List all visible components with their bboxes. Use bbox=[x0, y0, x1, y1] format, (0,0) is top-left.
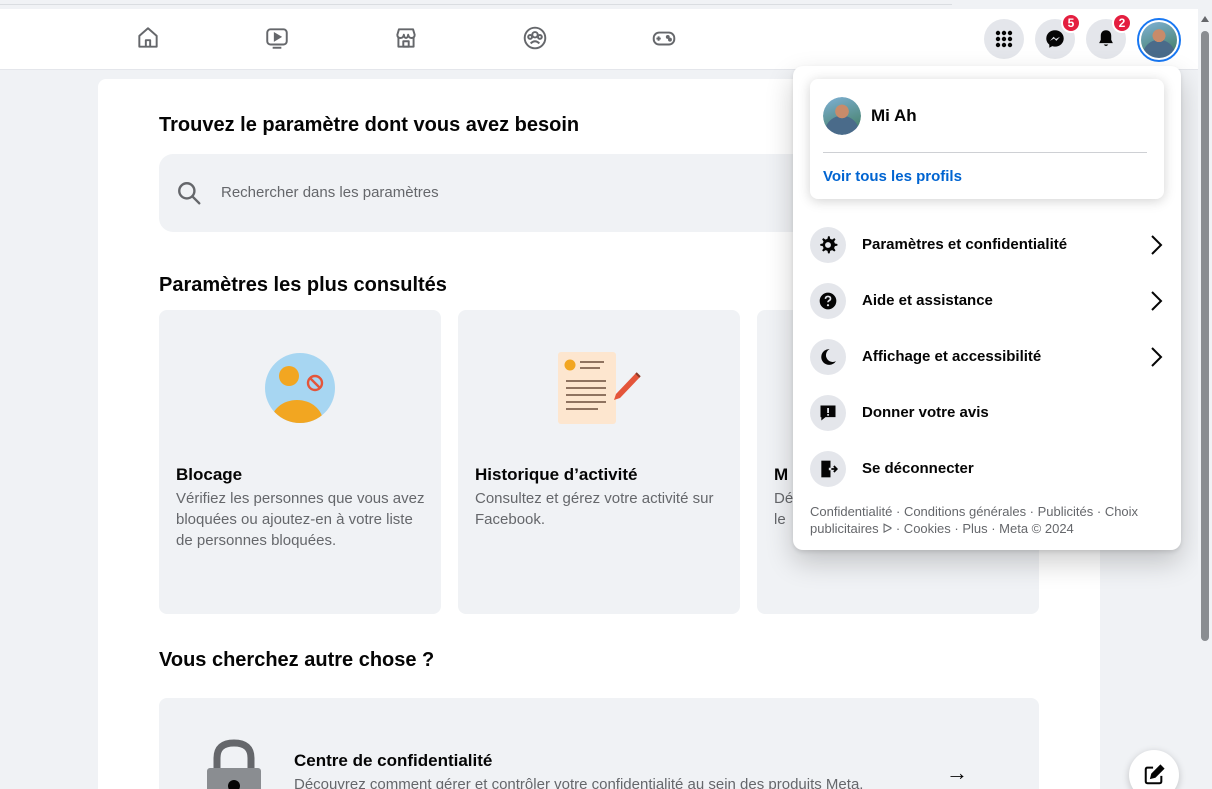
gear-icon bbox=[810, 227, 846, 263]
divider bbox=[823, 152, 1147, 153]
account-avatar-button[interactable] bbox=[1137, 18, 1181, 62]
tile-blocking[interactable]: Blocage Vérifiez les personnes que vous … bbox=[159, 310, 441, 614]
search-icon bbox=[178, 182, 201, 205]
profile-card: Mi Ah Voir tous les profils bbox=[810, 79, 1164, 199]
tile-description: Vérifiez les personnes que vous avez blo… bbox=[176, 490, 425, 549]
privacy-center-card[interactable]: Centre de confidentialité Découvrez comm… bbox=[159, 698, 1039, 789]
chevron-right-icon bbox=[1151, 291, 1163, 311]
activity-log-illustration-icon bbox=[558, 352, 641, 424]
tile-activity-log[interactable]: Historique d’activité Consultez et gérez… bbox=[458, 310, 740, 614]
menu-item-feedback[interactable]: Donner votre avis bbox=[802, 387, 1172, 439]
footer-links[interactable]: Confidentialité · Conditions générales ·… bbox=[810, 503, 1170, 537]
gaming-icon[interactable] bbox=[649, 23, 679, 53]
grid-menu-icon bbox=[995, 30, 1013, 48]
logout-icon bbox=[810, 451, 846, 487]
groups-icon[interactable] bbox=[520, 23, 550, 53]
privacy-center-description: Découvrez comment gérer et contrôler vot… bbox=[294, 776, 864, 789]
menu-item-label: Aide et assistance bbox=[862, 292, 993, 309]
profile-name[interactable]: Mi Ah bbox=[871, 106, 917, 126]
chevron-right-icon bbox=[1151, 347, 1163, 367]
chevron-right-icon bbox=[1151, 235, 1163, 255]
popular-settings-title: Paramètres les plus consultés bbox=[159, 274, 447, 296]
video-icon[interactable] bbox=[262, 23, 292, 53]
notifications-badge: 2 bbox=[1112, 13, 1132, 33]
blocking-illustration-icon bbox=[265, 353, 335, 423]
marketplace-icon[interactable] bbox=[391, 23, 421, 53]
scrollbar-thumb[interactable] bbox=[1201, 31, 1209, 641]
new-message-button[interactable] bbox=[1129, 750, 1179, 789]
menu-item-label: Affichage et accessibilité bbox=[862, 348, 1042, 365]
see-all-profiles-link[interactable]: Voir tous les profils bbox=[823, 168, 962, 185]
menu-button[interactable] bbox=[984, 19, 1024, 59]
tile-title: M bbox=[774, 465, 789, 484]
top-navigation-bar: 5 2 bbox=[0, 9, 1198, 70]
bell-icon bbox=[1099, 30, 1113, 47]
feedback-icon bbox=[810, 395, 846, 431]
menu-item-label: Paramètres et confidentialité bbox=[862, 236, 1068, 253]
messenger-button[interactable]: 5 bbox=[1035, 13, 1081, 59]
menu-item-label: Se déconnecter bbox=[862, 460, 974, 477]
notifications-button[interactable]: 2 bbox=[1086, 13, 1132, 59]
avatar[interactable] bbox=[823, 97, 861, 135]
arrow-right-icon: → bbox=[946, 760, 968, 785]
messenger-icon bbox=[1046, 30, 1064, 48]
account-dropdown-menu: Mi Ah Voir tous les profils Paramètres e… bbox=[793, 66, 1181, 550]
tile-description: Consultez et gérez votre activité sur Fa… bbox=[475, 490, 714, 528]
avatar-image bbox=[823, 97, 861, 135]
menu-item-help[interactable]: Aide et assistance bbox=[802, 275, 1172, 327]
privacy-center-title: Centre de confidentialité bbox=[294, 751, 493, 770]
moon-icon bbox=[810, 339, 846, 375]
menu-item-settings-privacy[interactable]: Paramètres et confidentialité bbox=[802, 219, 1172, 271]
menu-item-label: Donner votre avis bbox=[862, 404, 989, 421]
scroll-up-arrow-icon[interactable] bbox=[1201, 16, 1209, 22]
tile-title: Historique d’activité bbox=[475, 465, 638, 484]
other-section-title: Vous cherchez autre chose ? bbox=[159, 649, 435, 671]
tile-title: Blocage bbox=[176, 465, 243, 484]
menu-item-logout[interactable]: Se déconnecter bbox=[802, 443, 1172, 495]
help-icon bbox=[810, 283, 846, 319]
page-scrollbar[interactable] bbox=[1198, 9, 1212, 789]
search-section-title: Trouvez le paramètre dont vous avez beso… bbox=[159, 114, 580, 136]
lock-icon bbox=[207, 739, 261, 789]
compose-icon bbox=[1144, 764, 1165, 785]
browser-top-strip bbox=[0, 0, 1212, 9]
home-icon[interactable] bbox=[133, 23, 163, 53]
avatar bbox=[1141, 22, 1177, 58]
top-divider bbox=[0, 4, 952, 5]
messenger-badge: 5 bbox=[1061, 13, 1081, 33]
search-placeholder: Rechercher dans les paramètres bbox=[221, 184, 439, 201]
menu-item-display[interactable]: Affichage et accessibilité bbox=[802, 331, 1172, 383]
